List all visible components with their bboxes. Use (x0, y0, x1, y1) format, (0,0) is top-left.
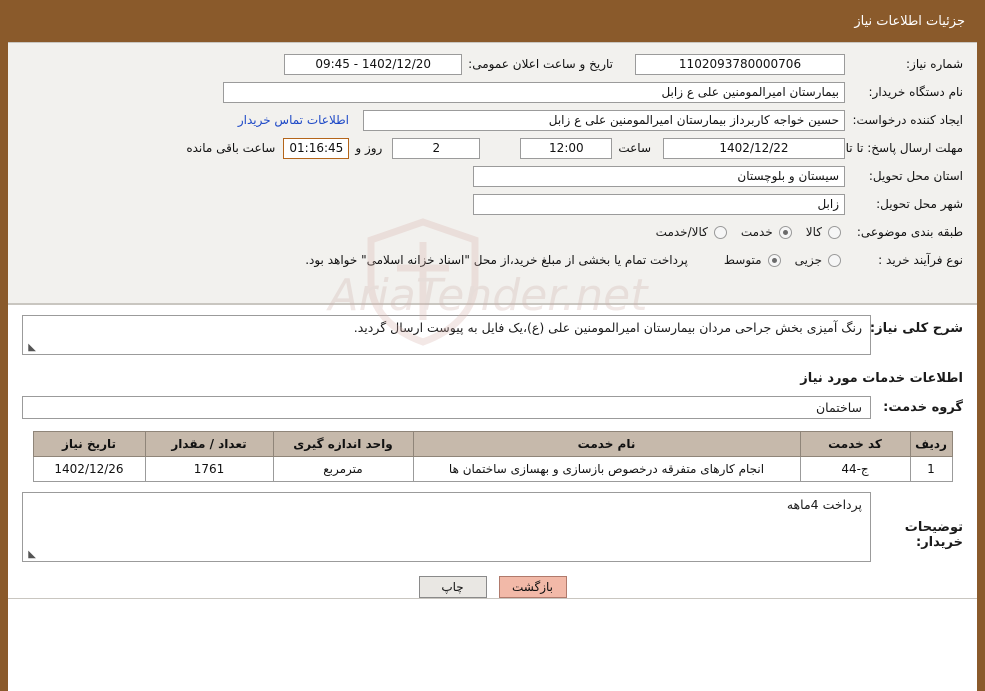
row-province: استان محل تحویل: سیستان و بلوچستان (22, 165, 963, 187)
cell-unit: مترمربع (272, 456, 414, 482)
row-buyer-org: نام دستگاه خریدار: بیمارستان امیرالمومنی… (22, 81, 963, 103)
buyer-notes-label: توضیحات خریدار: (904, 520, 963, 550)
row-city: شهر محل تحویل: زابل (22, 193, 963, 215)
print-button[interactable]: چاپ (418, 576, 487, 598)
radio-purchase-motevaset-label: متوسط (723, 253, 762, 267)
radio-purchase-motevaset[interactable] (767, 253, 781, 267)
col-unit: واحد اندازه گیری (272, 431, 414, 457)
radio-category-kala-khedmat[interactable] (713, 225, 727, 239)
cell-name: انجام کارهای متفرقه درخصوص بازسازی و بهس… (412, 456, 801, 482)
category-radio-group: کالا خدمت کالا/خدمت (646, 225, 845, 239)
service-group-label: گروه خدمت: (883, 400, 963, 415)
description-box: رنگ آمیزی بخش جراحی مردان بیمارستان امیر… (22, 315, 871, 355)
radio-category-kala-label: کالا (805, 225, 822, 239)
radio-category-khedmat-label: خدمت (740, 225, 773, 239)
radio-category-kala-khedmat-label: کالا/خدمت (655, 225, 708, 239)
cell-row: 1 (909, 456, 953, 482)
col-code: کد خدمت (799, 431, 911, 457)
hour-value: 12:00 (520, 137, 613, 159)
purchase-type-label: نوع فرآیند خرید : (878, 253, 963, 267)
need-number-value: 1102093780000706 (635, 53, 845, 75)
buyer-notes-value: پرداخت 4ماهه (786, 497, 862, 512)
need-number-label: شماره نیاز: (906, 57, 963, 71)
countdown-value: 01:16:45 (283, 137, 350, 159)
resize-handle-icon[interactable]: ◣ (26, 343, 36, 353)
radio-purchase-jozii[interactable] (828, 253, 841, 267)
row-category: طبقه بندی موضوعی: کالا خدمت کالا/خدمت (22, 221, 963, 243)
resize-handle-icon-notes[interactable]: ◣ (26, 550, 36, 560)
province-value: سیستان و بلوچستان (473, 165, 845, 187)
page-header: جزئیات اطلاعات نیاز (8, 0, 977, 42)
cell-code: ج-44 (799, 456, 911, 482)
row-creator: ایجاد کننده درخواست: حسین خواجه کاربرداز… (22, 109, 963, 131)
description-row: شرح کلی نیاز: رنگ آمیزی بخش جراحی مردان … (22, 315, 963, 355)
purchase-type-radio-group: جزیی متوسط (714, 253, 845, 267)
creator-value: حسین خواجه کاربرداز بیمارستان امیرالمومن… (363, 109, 845, 131)
radio-purchase-jozii-label: جزیی (794, 253, 822, 267)
deadline-label: مهلت ارسال پاسخ: تا تاریخ: (824, 141, 963, 155)
hour-label: ساعت (618, 141, 651, 155)
services-section-title: اطلاعات خدمات مورد نیاز (800, 371, 963, 386)
description-section: شرح کلی نیاز: رنگ آمیزی بخش جراحی مردان … (8, 305, 977, 359)
announce-datetime-label: تاریخ و ساعت اعلان عمومی: (468, 57, 613, 71)
creator-label: ایجاد کننده درخواست: (852, 113, 963, 127)
buyer-contact-link[interactable]: اطلاعات تماس خریدار (238, 113, 349, 127)
services-table: ردیف کد خدمت نام خدمت واحد اندازه گیری ت… (32, 431, 953, 482)
buyer-org-value: بیمارستان امیرالمومنین علی ع زابل (223, 81, 845, 103)
description-value: رنگ آمیزی بخش جراحی مردان بیمارستان امیر… (353, 320, 862, 335)
cell-date: 1402/12/26 (32, 456, 146, 482)
col-date: تاریخ نیاز (32, 431, 146, 457)
page-root: جزئیات اطلاعات نیاز AriaTender.net شماره… (0, 0, 985, 691)
radio-category-khedmat[interactable] (778, 225, 792, 239)
deadline-date-value: 1402/12/22 (663, 137, 845, 159)
description-label: شرح کلی نیاز: (869, 321, 963, 336)
radio-category-kala[interactable] (828, 225, 841, 239)
col-name: نام خدمت (412, 431, 801, 457)
need-details-panel: شرح کلی نیاز: رنگ آمیزی بخش جراحی مردان … (8, 304, 977, 599)
announce-datetime-value: 09:45 - 1402/12/20 (284, 53, 463, 75)
service-group-value: ساختمان (22, 396, 871, 419)
buyer-notes-box: پرداخت 4ماهه ◣ (22, 492, 871, 562)
col-row: ردیف (909, 431, 953, 457)
buyer-notes-section: توضیحات خریدار: پرداخت 4ماهه ◣ (8, 482, 977, 562)
days-remaining-label: روز و (355, 141, 383, 155)
row-need-number: شماره نیاز: 1102093780000706 تاریخ و ساع… (22, 53, 963, 75)
purchase-note: پرداخت تمام یا بخشی از مبلغ خرید،از محل … (305, 253, 688, 267)
province-label: استان محل تحویل: (868, 169, 963, 183)
back-button[interactable]: بازگشت (498, 576, 567, 598)
footer-buttons: بازگشت چاپ (8, 562, 977, 598)
days-remaining-value: 2 (392, 137, 481, 159)
row-deadline: مهلت ارسال پاسخ: تا تاریخ: 1402/12/22 سا… (22, 137, 963, 159)
table-row: 1 ج-44 انجام کارهای متفرقه درخصوص بازساز… (32, 456, 953, 482)
services-table-header-row: ردیف کد خدمت نام خدمت واحد اندازه گیری ت… (32, 431, 953, 457)
city-value: زابل (473, 193, 845, 215)
countdown-label: ساعت باقی مانده (186, 141, 276, 155)
service-group-row: گروه خدمت: ساختمان (8, 396, 977, 419)
page-title: جزئیات اطلاعات نیاز (854, 13, 965, 29)
buyer-org-label: نام دستگاه خریدار: (868, 85, 964, 99)
city-label: شهر محل تحویل: (876, 197, 963, 211)
cell-qty: 1761 (144, 456, 274, 482)
col-qty: تعداد / مقدار (144, 431, 274, 457)
row-purchase-type: نوع فرآیند خرید : جزیی متوسط پرداخت تمام… (22, 249, 963, 271)
need-info-panel: شماره نیاز: 1102093780000706 تاریخ و ساع… (8, 42, 977, 304)
category-label: طبقه بندی موضوعی: (856, 225, 963, 239)
